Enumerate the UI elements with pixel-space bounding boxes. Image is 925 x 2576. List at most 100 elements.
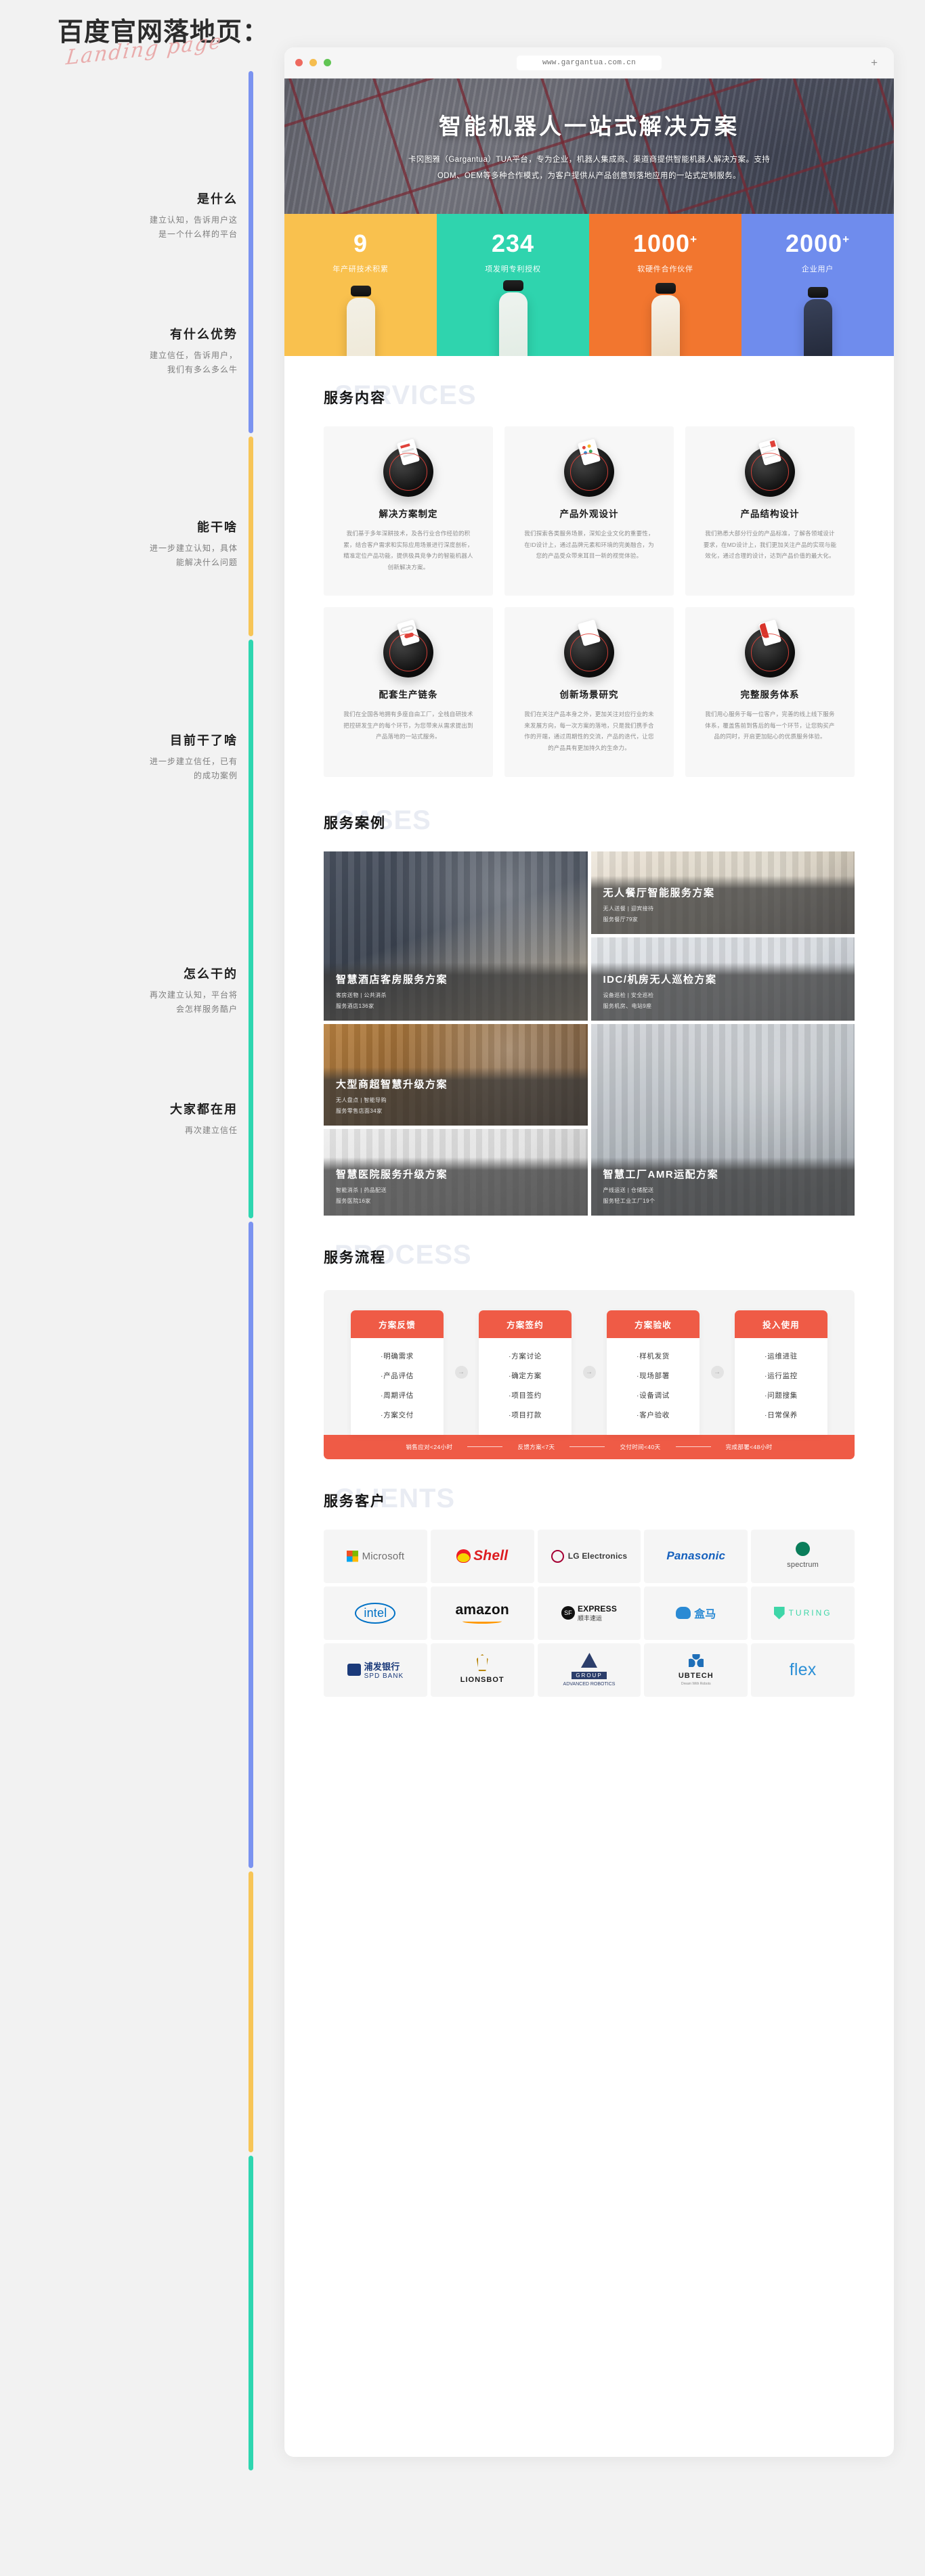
stat-label: 项发明专利授权 <box>485 265 541 273</box>
clients-grid: Microsoft Shell LG Electronics Panasonic spe… <box>324 1529 855 1744</box>
robot-illustration <box>346 286 375 356</box>
annotation-heading: 有什么优势 <box>170 328 238 341</box>
client-logo[interactable]: Shell <box>430 1529 534 1583</box>
browser-window: www.gargantua.com.cn + 智能机器人一站式解决方案 卡冈图雅… <box>284 47 894 2457</box>
case-card[interactable]: 智慧酒店客房服务方案 客房送物 | 公共消杀 服务酒店136家 <box>324 851 588 1021</box>
annotation-body: 再次建立信任 <box>184 1126 238 1135</box>
window-controls[interactable] <box>295 59 331 66</box>
amazon-smile-icon <box>462 1619 502 1624</box>
client-wordmark: Panasonic <box>666 1549 726 1562</box>
process-step-items: ·运维进驻 ·运行监控 ·问题搜集 ·日常保养 <box>735 1338 827 1435</box>
process-step[interactable]: 方案反馈 ·明确需求 ·产品评估 ·周期评估 ·方案交付 <box>351 1310 444 1435</box>
client-logo[interactable]: LG Electronics <box>537 1529 641 1583</box>
process-step-item: ·方案交付 <box>381 1411 414 1419</box>
service-title: 产品外观设计 <box>559 509 619 519</box>
services-heading: 服务内容 <box>324 391 386 406</box>
process-step-item: ·客户验收 <box>637 1411 670 1419</box>
client-logo[interactable]: SF EXPRESS 顺丰速运 <box>537 1586 641 1640</box>
process-step-item: ·样机发货 <box>637 1352 670 1360</box>
process-step[interactable]: 方案签约 ·方案讨论 ·确定方案 ·项目签约 ·项目打款 <box>479 1310 572 1435</box>
service-icon <box>745 439 795 497</box>
clients-heading: 服务客户 <box>324 1493 386 1509</box>
client-logo[interactable]: 浦发银行 SPD BANK <box>324 1643 427 1697</box>
stat-card-1: 234 项发明专利授权 <box>437 214 589 356</box>
client-logo[interactable]: UBTECH Dream With Robots <box>644 1643 748 1697</box>
case-title: 智慧酒店客房服务方案 <box>336 973 448 985</box>
arrow-right-icon: → <box>454 1366 468 1379</box>
annotation-body: 进一步建立信任，已有 的成功案例 <box>149 757 238 780</box>
process-step[interactable]: 方案验收 ·样机发货 ·现场部署 ·设备调试 ·客户验收 <box>607 1310 700 1435</box>
stats-strip: 9 年产研技术积累 234 项发明专利授权 1000+ 软硬件合作伙伴 2000+ 企业用户 <box>284 214 894 356</box>
client-logo[interactable]: GROUP ADVANCED ROBOTICS <box>537 1643 641 1697</box>
service-title: 配套生产链条 <box>379 690 438 701</box>
case-meta-tags: 智能消杀 | 药品配送 <box>336 1186 387 1193</box>
timeline-label: 反馈方案<7天 <box>517 1443 555 1450</box>
hero-subtitle: 卡冈图雅（Gargantua）TUA平台，专为企业，机器人集成商、渠道商提供智能… <box>408 155 771 180</box>
rail-segment-1 <box>249 437 253 636</box>
stat-card-2: 1000+ 软硬件合作伙伴 <box>589 214 741 356</box>
url-input[interactable]: www.gargantua.com.cn <box>516 55 662 70</box>
service-card[interactable]: 产品结构设计 我们熟悉大部分行业的产品标准，了解各领域设计要求，在MD设计上，我们… <box>685 426 855 596</box>
new-tab-button[interactable]: + <box>871 57 878 68</box>
process-arrow: → <box>444 1310 479 1435</box>
clients-section: CLIENTS 服务客户 Microsoft Shell LG Electronic… <box>284 1482 894 1744</box>
annotation-3: 目前干了啥 进一步建立信任，已有 的成功案例 <box>41 731 238 783</box>
case-overlay: 大型商超智慧升级方案 无人盘点 | 智能导购 服务零售店面34家 <box>324 1067 588 1126</box>
process-step-item: ·现场部署 <box>637 1371 670 1380</box>
client-logo[interactable]: spectrum <box>751 1529 855 1583</box>
minimize-icon[interactable] <box>309 59 317 66</box>
annotation-heading: 大家都在用 <box>170 1103 238 1116</box>
advanced-robotics-icon <box>580 1653 597 1668</box>
service-icon <box>564 619 614 678</box>
flex-wordmark: flex <box>789 1660 817 1679</box>
case-card[interactable]: IDC/机房无人巡检方案 设备巡检 | 安全巡检 服务机房、电站9座 <box>590 937 855 1021</box>
stat-number: 234 <box>491 229 535 257</box>
process-heading: 服务流程 <box>324 1249 386 1266</box>
ubtech-icon <box>688 1653 704 1667</box>
case-meta-count: 服务轻工业工厂19个 <box>603 1197 655 1204</box>
client-logo[interactable]: amazon <box>430 1586 534 1640</box>
service-card[interactable]: 产品外观设计 我们探索各类服务场景，深知企业文化的重要性，在ID设计上，通过品牌元… <box>504 426 674 596</box>
client-logo[interactable]: Panasonic <box>644 1529 748 1583</box>
case-title: 智慧医院服务升级方案 <box>336 1168 448 1180</box>
service-card[interactable]: 创新场景研究 我们在关注产品本身之外，更加关注对应行业的未来发展方向，每一次方案的… <box>504 607 674 777</box>
annotation-rail <box>249 71 253 2470</box>
client-logo[interactable]: 盒马 <box>644 1586 748 1640</box>
case-meta-count: 服务零售店面34家 <box>336 1107 383 1114</box>
stat-number: 1000+ <box>632 229 698 257</box>
arrow-right-icon: → <box>710 1366 724 1379</box>
service-card[interactable]: 配套生产链条我们在全国各地拥有多座自由工厂，全栈自研技术把控研发生产的每个环节，… <box>324 607 493 777</box>
case-card[interactable]: 大型商超智慧升级方案 无人盘点 | 智能导购 服务零售店面34家 <box>324 1023 588 1126</box>
robot-illustration <box>651 283 680 356</box>
rail-segment-4 <box>249 1871 253 2152</box>
service-description: 我们在全国各地拥有多座自由工厂，全栈自研技术把控研发生产的每个环节，为您带来从需… <box>343 711 473 740</box>
process-step-item: ·运行监控 <box>765 1371 798 1380</box>
client-logo[interactable]: intel <box>324 1586 427 1640</box>
service-card[interactable]: 解决方案制定 我们基于多年深耕技术，及各行业合作经验的积累，结合客户需求和实际应用… <box>324 426 493 596</box>
process-columns: 方案反馈 ·明确需求 ·产品评估 ·周期评估 ·方案交付 → 方案签约 ·方案讨论 ·确定方案 ·… <box>351 1310 827 1435</box>
process-step-item: ·设备调试 <box>637 1391 670 1400</box>
timeline-label: 销售应对<24小时 <box>406 1443 453 1450</box>
client-logo[interactable]: Microsoft <box>324 1529 427 1583</box>
annotation-heading: 怎么干的 <box>184 967 238 981</box>
service-card[interactable]: 完整服务体系 我们用心服务于每一位客户，完善的线上线下服务体系，覆盖售前到售后的每… <box>685 607 855 777</box>
annotation-body: 建立信任，告诉用户， 我们有多么多么牛 <box>149 351 238 374</box>
case-card[interactable]: 智慧工厂AMR运配方案 产线运送 | 仓储配送 服务轻工业工厂19个 <box>590 1023 855 1216</box>
close-icon[interactable] <box>295 59 303 66</box>
maximize-icon[interactable] <box>324 59 331 66</box>
lionsbot-icon <box>476 1654 488 1671</box>
client-logo[interactable]: LIONSBOT <box>430 1643 534 1697</box>
case-overlay: 智慧医院服务升级方案 智能消杀 | 药品配送 服务医院16家 <box>324 1157 588 1216</box>
service-icon <box>745 619 795 678</box>
case-card[interactable]: 智慧医院服务升级方案 智能消杀 | 药品配送 服务医院16家 <box>324 1128 588 1216</box>
client-logo[interactable]: flex <box>751 1643 855 1697</box>
process-step[interactable]: 投入使用 ·运维进驻 ·运行监控 ·问题搜集 ·日常保养 <box>735 1310 827 1435</box>
client-logo[interactable]: TURING <box>751 1586 855 1640</box>
process-step-item: ·运维进驻 <box>765 1352 798 1360</box>
stat-label: 年产研技术积累 <box>332 265 389 273</box>
timeline-connector <box>675 1446 711 1447</box>
process-timeline: 销售应对<24小时 反馈方案<7天 交付时间<40天 完成部署<48小时 <box>324 1434 855 1459</box>
annotation-heading: 是什么 <box>197 192 238 206</box>
case-card[interactable]: 无人餐厅智能服务方案 无人送餐 | 迎宾接待 服务餐厅79家 <box>590 851 855 934</box>
stat-label: 企业用户 <box>801 265 834 273</box>
